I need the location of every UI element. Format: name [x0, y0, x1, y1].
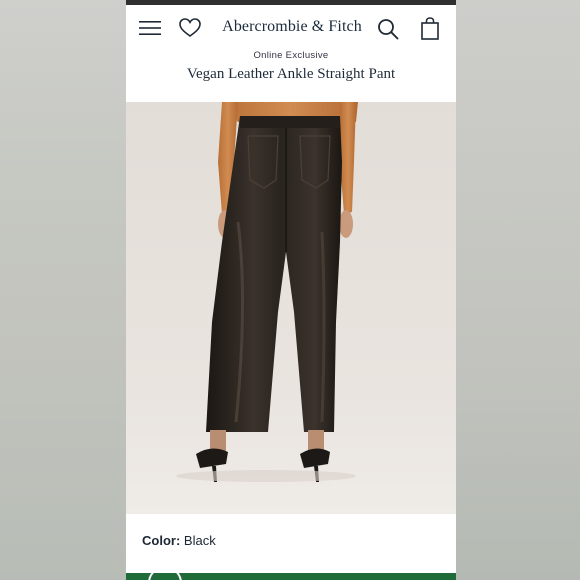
right-arm [340, 102, 356, 214]
color-label: Color: [142, 533, 181, 548]
product-image[interactable] [126, 102, 456, 514]
right-hand [339, 210, 353, 238]
color-value: Black [183, 533, 216, 548]
menu-icon[interactable] [139, 19, 161, 37]
model-photo [176, 102, 358, 482]
background-right [456, 0, 580, 580]
bottom-circle-icon[interactable] [148, 566, 182, 580]
brand-logo[interactable]: Abercrombie & Fitch [222, 18, 362, 36]
product-title: Vegan Leather Ankle Straight Pant [186, 66, 396, 82]
waistband [240, 116, 340, 128]
left-shoe [196, 448, 228, 468]
right-shoe [300, 448, 330, 468]
top-nav: Abercrombie & Fitch [126, 5, 456, 51]
search-icon[interactable] [377, 18, 399, 40]
background-left [0, 0, 126, 580]
phone-screen: Abercrombie & Fitch Online Exclusive Veg… [126, 0, 456, 580]
heart-icon[interactable] [179, 18, 201, 38]
color-selector: Color: Black [142, 533, 216, 548]
online-exclusive-badge: Online Exclusive [253, 50, 329, 61]
bag-icon[interactable] [420, 17, 440, 41]
floor-shadow [176, 470, 356, 482]
